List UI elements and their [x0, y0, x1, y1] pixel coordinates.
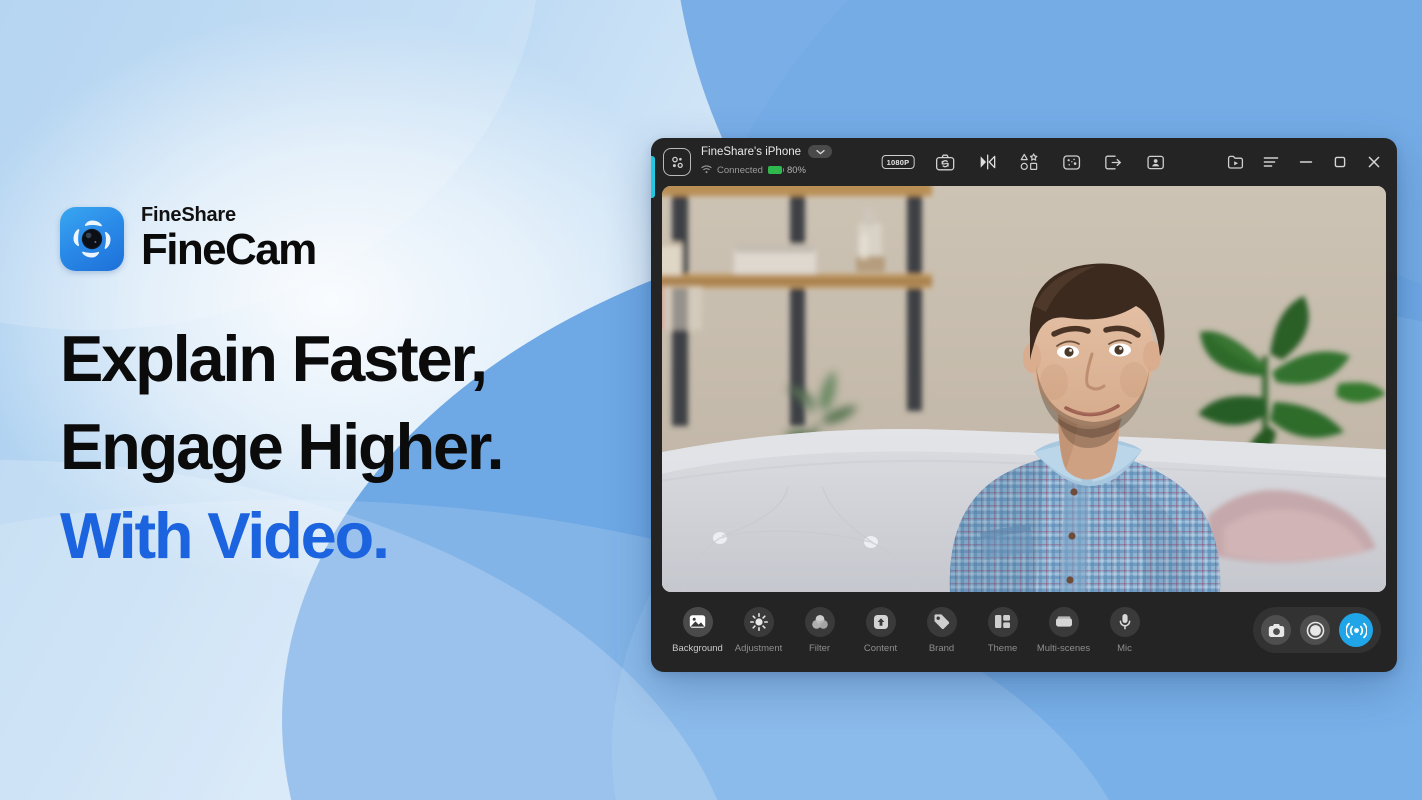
layout-icon: [987, 606, 1018, 637]
brightness-icon: [743, 606, 774, 637]
multiscenes-tool-label: Multi-scenes: [1036, 642, 1091, 654]
filter-tool[interactable]: Filter: [789, 606, 850, 654]
titlebar-right-controls: [1224, 151, 1384, 173]
brand-text: FineShare FineCam: [141, 204, 317, 274]
maximize-button[interactable]: [1330, 152, 1350, 172]
wifi-icon: [701, 161, 712, 179]
upload-icon: [865, 606, 896, 637]
theme-tool-label: Theme: [987, 642, 1018, 654]
adjustment-tool[interactable]: Adjustment: [728, 606, 789, 654]
image-icon: [682, 606, 713, 637]
headline-line-2: Engage Higher.: [60, 410, 505, 484]
battery-level: 80%: [786, 164, 806, 176]
chevron-down-icon[interactable]: [808, 145, 833, 158]
camera-lens-app-icon: [663, 148, 691, 176]
scenes-icon: [1048, 606, 1079, 637]
brand-tool-label: Brand: [928, 642, 955, 654]
content-tool-label: Content: [863, 642, 898, 654]
export-icon[interactable]: [1102, 151, 1124, 173]
theme-tool[interactable]: Theme: [972, 606, 1033, 654]
headline-line-1: Explain Faster,: [60, 321, 488, 395]
menu-icon[interactable]: [1260, 151, 1282, 173]
bottom-toolbar: Background Adjustment Filter Content Bra…: [651, 592, 1397, 672]
titlebar-center-tools: 1080P: [881, 151, 1167, 173]
adjustment-tool-label: Adjustment: [734, 642, 783, 654]
microphone-icon: [1109, 606, 1140, 637]
finecam-app-window: FineShare's iPhone Connected 80% 1080P B…: [651, 138, 1397, 672]
video-preview[interactable]: [662, 186, 1386, 592]
portrait-blur-icon[interactable]: [1060, 151, 1082, 173]
device-status-row: Connected 80%: [701, 161, 832, 179]
effects-shapes-icon[interactable]: [1018, 151, 1040, 173]
hero-section: FineShare FineCam Explain Faster, Engage…: [60, 205, 680, 580]
camera-aperture-icon: [60, 206, 124, 271]
background-tool-label: Background: [672, 642, 723, 654]
presenter-icon[interactable]: [1144, 151, 1166, 173]
device-info: FineShare's iPhone Connected 80%: [701, 145, 833, 179]
connection-status: Connected: [717, 164, 763, 176]
page-title: Explain Faster, Engage Higher. With Vide…: [60, 315, 680, 580]
minimize-button[interactable]: [1296, 152, 1316, 172]
brand-lockup: FineShare FineCam: [60, 205, 680, 273]
multiscenes-tool[interactable]: Multi-scenes: [1033, 606, 1094, 654]
battery-icon: [767, 166, 785, 174]
device-name-row: FineShare's iPhone: [701, 145, 833, 158]
filter-tool-label: Filter: [808, 642, 831, 654]
brand-company: FineShare: [141, 204, 236, 226]
brand-product: FineCam: [141, 225, 317, 274]
headline-line-3: With Video.: [60, 498, 390, 572]
background-tool[interactable]: Background: [667, 606, 728, 654]
resolution-badge[interactable]: 1080P: [881, 155, 915, 169]
tool-list: Background Adjustment Filter Content Bra…: [667, 606, 1155, 654]
video-folder-icon[interactable]: [1224, 151, 1246, 173]
titlebar: FineShare's iPhone Connected 80% 1080P: [651, 138, 1397, 186]
live-button[interactable]: [1339, 613, 1373, 647]
switch-camera-icon[interactable]: [934, 151, 956, 173]
record-button[interactable]: [1300, 615, 1330, 645]
brand-tool[interactable]: Brand: [911, 606, 972, 654]
mic-tool-label: Mic: [1117, 642, 1132, 654]
content-tool[interactable]: Content: [850, 606, 911, 654]
color-circles-icon: [804, 606, 835, 637]
close-button[interactable]: [1364, 152, 1384, 172]
device-name: FineShare's iPhone: [701, 145, 802, 158]
screenshot-button[interactable]: [1261, 615, 1291, 645]
tag-icon: [926, 606, 957, 637]
mic-tool[interactable]: Mic: [1094, 606, 1155, 654]
video-frame: [662, 186, 1386, 592]
mirror-flip-icon[interactable]: [976, 151, 998, 173]
action-buttons: [1253, 607, 1381, 653]
